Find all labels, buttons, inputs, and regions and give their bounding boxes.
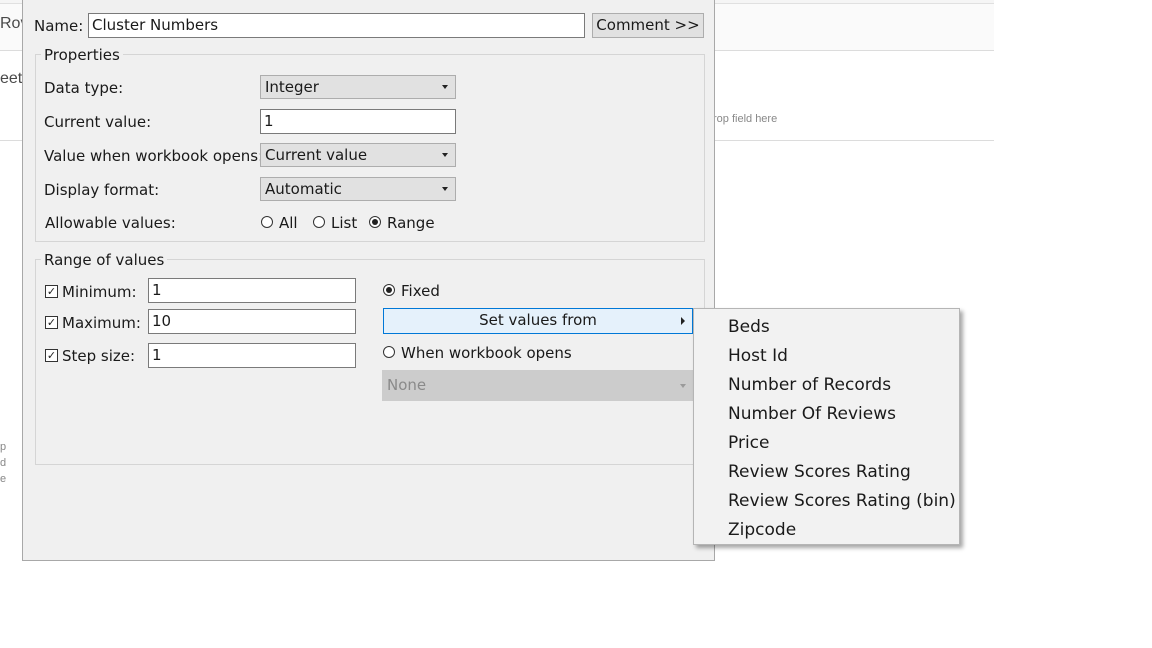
menu-item-review-scores-rating[interactable]: Review Scores Rating <box>728 462 911 482</box>
data-type-value: Integer <box>265 78 319 96</box>
source-field-select: None <box>382 370 694 401</box>
comment-button[interactable]: Comment >> <box>592 13 704 38</box>
side-letter-2: d <box>0 457 7 469</box>
side-letter-1: p <box>0 441 7 453</box>
allowable-all-radio[interactable] <box>261 216 273 228</box>
menu-item-host-id[interactable]: Host Id <box>728 346 788 366</box>
range-of-values-title: Range of values <box>41 251 168 269</box>
minimum-label: Minimum: <box>62 283 137 301</box>
menu-item-number-of-reviews[interactable]: Number Of Reviews <box>728 404 896 424</box>
chevron-down-icon <box>442 153 448 157</box>
source-field-value: None <box>387 376 427 394</box>
workbook-opens-label: Value when workbook opens: <box>44 147 264 165</box>
allowable-values-label: Allowable values: <box>45 214 176 232</box>
maximum-checkbox[interactable]: ✓ <box>45 316 58 329</box>
step-size-label: Step size: <box>62 347 136 365</box>
drop-field-hint[interactable]: rop field here <box>713 113 777 125</box>
data-type-select[interactable]: Integer <box>260 75 456 99</box>
chevron-down-icon <box>680 384 686 388</box>
sheet-title: eet <box>0 70 23 87</box>
step-size-input[interactable]: 1 <box>148 343 356 368</box>
minimum-input[interactable]: 1 <box>148 278 356 303</box>
menu-item-number-of-records[interactable]: Number of Records <box>728 375 891 395</box>
data-type-label: Data type: <box>44 79 124 97</box>
when-workbook-opens-label[interactable]: When workbook opens <box>401 344 572 362</box>
maximum-label: Maximum: <box>62 314 141 332</box>
fixed-label[interactable]: Fixed <box>401 282 440 300</box>
allowable-range-radio[interactable] <box>369 216 381 228</box>
name-input[interactable]: Cluster Numbers <box>88 13 585 38</box>
workbook-opens-select[interactable]: Current value <box>260 143 456 167</box>
when-workbook-opens-radio[interactable] <box>383 346 395 358</box>
display-format-value: Automatic <box>265 180 342 198</box>
step-size-checkbox[interactable]: ✓ <box>45 349 58 362</box>
chevron-right-icon <box>681 317 685 325</box>
menu-item-price[interactable]: Price <box>728 433 769 453</box>
maximum-input[interactable]: 10 <box>148 309 356 334</box>
chevron-down-icon <box>442 187 448 191</box>
menu-item-zipcode[interactable]: Zipcode <box>728 520 796 540</box>
menu-item-review-scores-rating-bin[interactable]: Review Scores Rating (bin) <box>728 491 956 511</box>
properties-title: Properties <box>41 46 123 64</box>
display-format-label: Display format: <box>44 181 160 199</box>
fixed-radio[interactable] <box>383 284 395 296</box>
set-values-from-button[interactable]: Set values from <box>383 308 693 334</box>
current-value-input[interactable]: 1 <box>260 109 456 134</box>
current-value-label: Current value: <box>44 113 152 131</box>
minimum-checkbox[interactable]: ✓ <box>45 285 58 298</box>
allowable-range-label[interactable]: Range <box>387 214 435 232</box>
display-format-select[interactable]: Automatic <box>260 177 456 201</box>
side-letter-3: e <box>0 473 7 485</box>
set-values-from-menu: Beds Host Id Number of Records Number Of… <box>693 308 960 545</box>
set-values-from-label: Set values from <box>479 311 597 329</box>
name-label: Name: <box>34 17 84 35</box>
edit-parameter-dialog: Name: Cluster Numbers Comment >> Propert… <box>22 0 715 561</box>
allowable-list-radio[interactable] <box>313 216 325 228</box>
allowable-all-label[interactable]: All <box>279 214 298 232</box>
workbook-opens-value: Current value <box>265 146 368 164</box>
chevron-down-icon <box>442 85 448 89</box>
menu-item-beds[interactable]: Beds <box>728 317 770 337</box>
allowable-list-label[interactable]: List <box>331 214 357 232</box>
